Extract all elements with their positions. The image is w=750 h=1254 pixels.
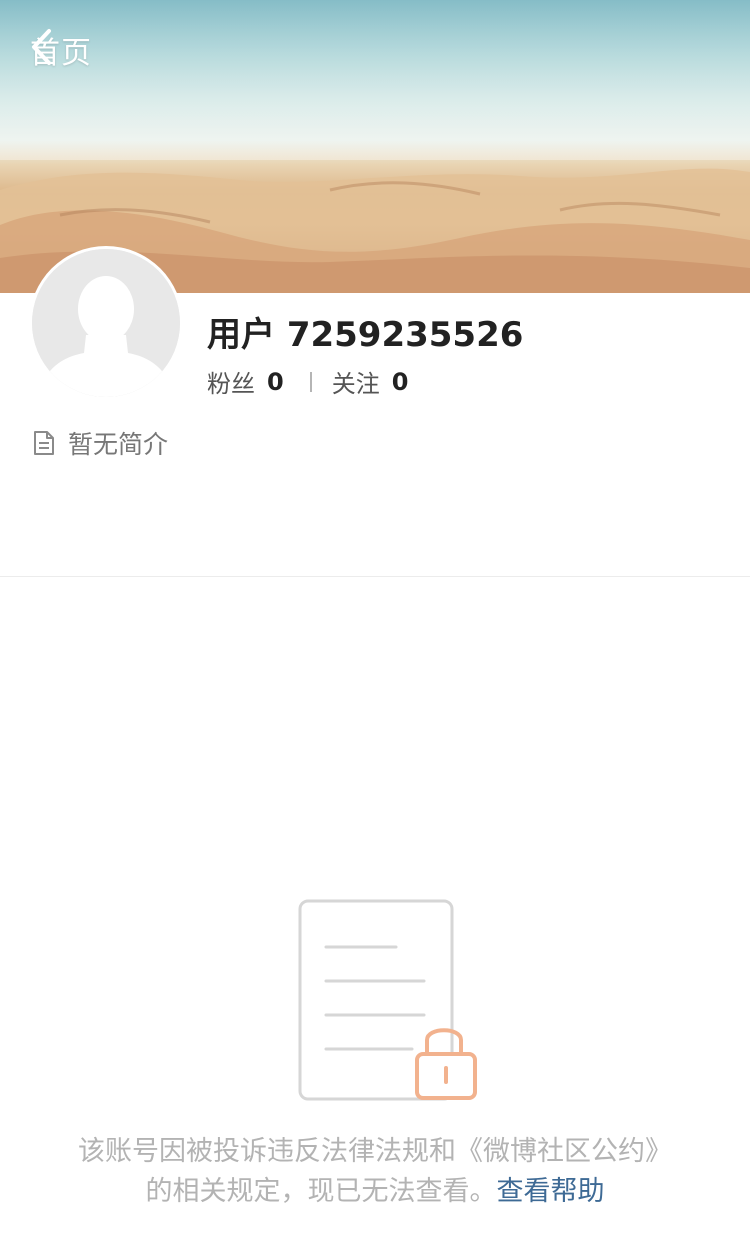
- chevron-left-icon: [32, 29, 51, 65]
- profile-page: 首页 用户 7259235526 粉丝 0 关注 0 暂无简介 该账号因被投诉违…: [0, 0, 750, 1254]
- document-icon: [34, 431, 54, 455]
- account-banned-notice: 该账号因被投诉违反法律法规和《微博社区公约》的相关规定，现已无法查看。查看帮助: [70, 1132, 680, 1212]
- followers-label[interactable]: 粉丝: [207, 364, 255, 399]
- help-link[interactable]: 查看帮助: [497, 1176, 605, 1207]
- username: 用户 7259235526: [207, 315, 524, 355]
- back-button[interactable]: 首页: [30, 28, 92, 72]
- following-count[interactable]: 0: [392, 368, 409, 396]
- following-label[interactable]: 关注: [332, 364, 380, 399]
- locked-document-icon: [298, 899, 477, 1101]
- profile-stats: 粉丝 0 关注 0: [207, 364, 408, 399]
- default-avatar-icon: [32, 249, 180, 397]
- section-divider: [0, 576, 750, 577]
- stats-divider: [309, 371, 312, 392]
- bio: 暂无简介: [32, 425, 168, 461]
- avatar[interactable]: [29, 246, 183, 400]
- followers-count[interactable]: 0: [267, 368, 284, 396]
- bio-text: 暂无简介: [68, 430, 169, 459]
